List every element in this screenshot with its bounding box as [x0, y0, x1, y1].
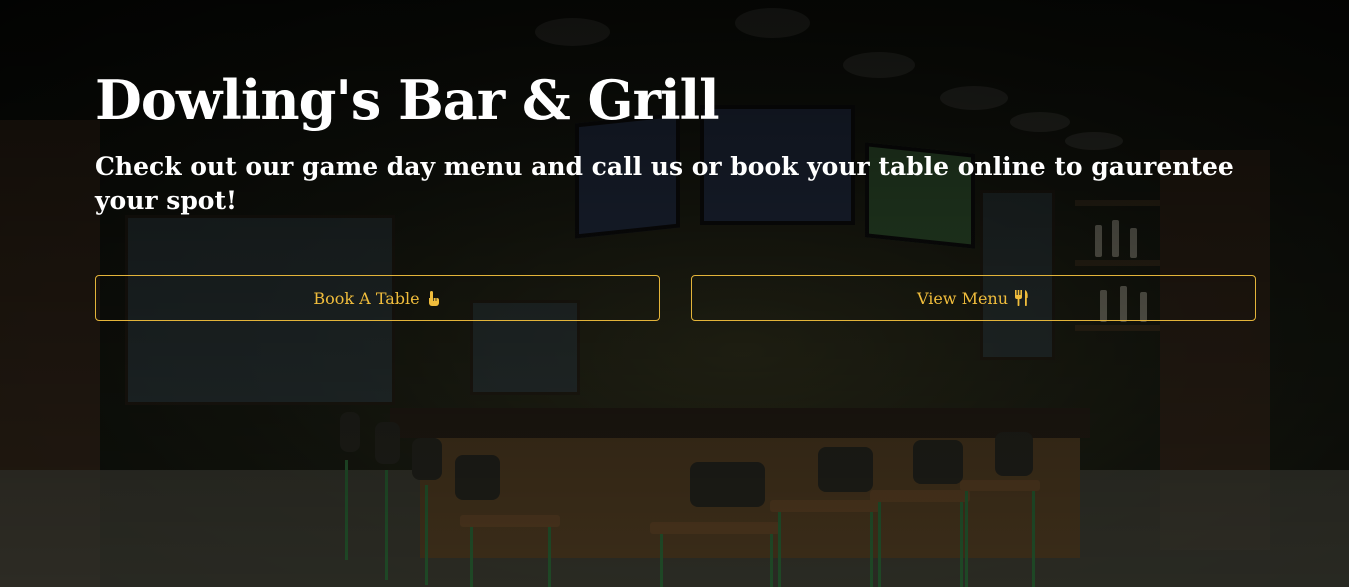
fork-knife-icon	[1012, 289, 1030, 307]
pointing-hand-icon	[424, 289, 442, 307]
book-table-button[interactable]: Book A Table	[95, 275, 660, 321]
view-menu-button[interactable]: View Menu	[691, 275, 1256, 321]
view-menu-label: View Menu	[916, 288, 1009, 308]
page-title: Dowling's Bar & Grill	[95, 68, 720, 132]
book-table-label: Book A Table	[313, 288, 420, 308]
hero-subtitle: Check out our game day menu and call us …	[95, 152, 1234, 215]
hero-content: Dowling's Bar & Grill Check out our game…	[95, 68, 1255, 218]
hero-actions: Book A Table View Menu	[95, 275, 1256, 321]
hero-section: Dowling's Bar & Grill Check out our game…	[0, 0, 1349, 587]
